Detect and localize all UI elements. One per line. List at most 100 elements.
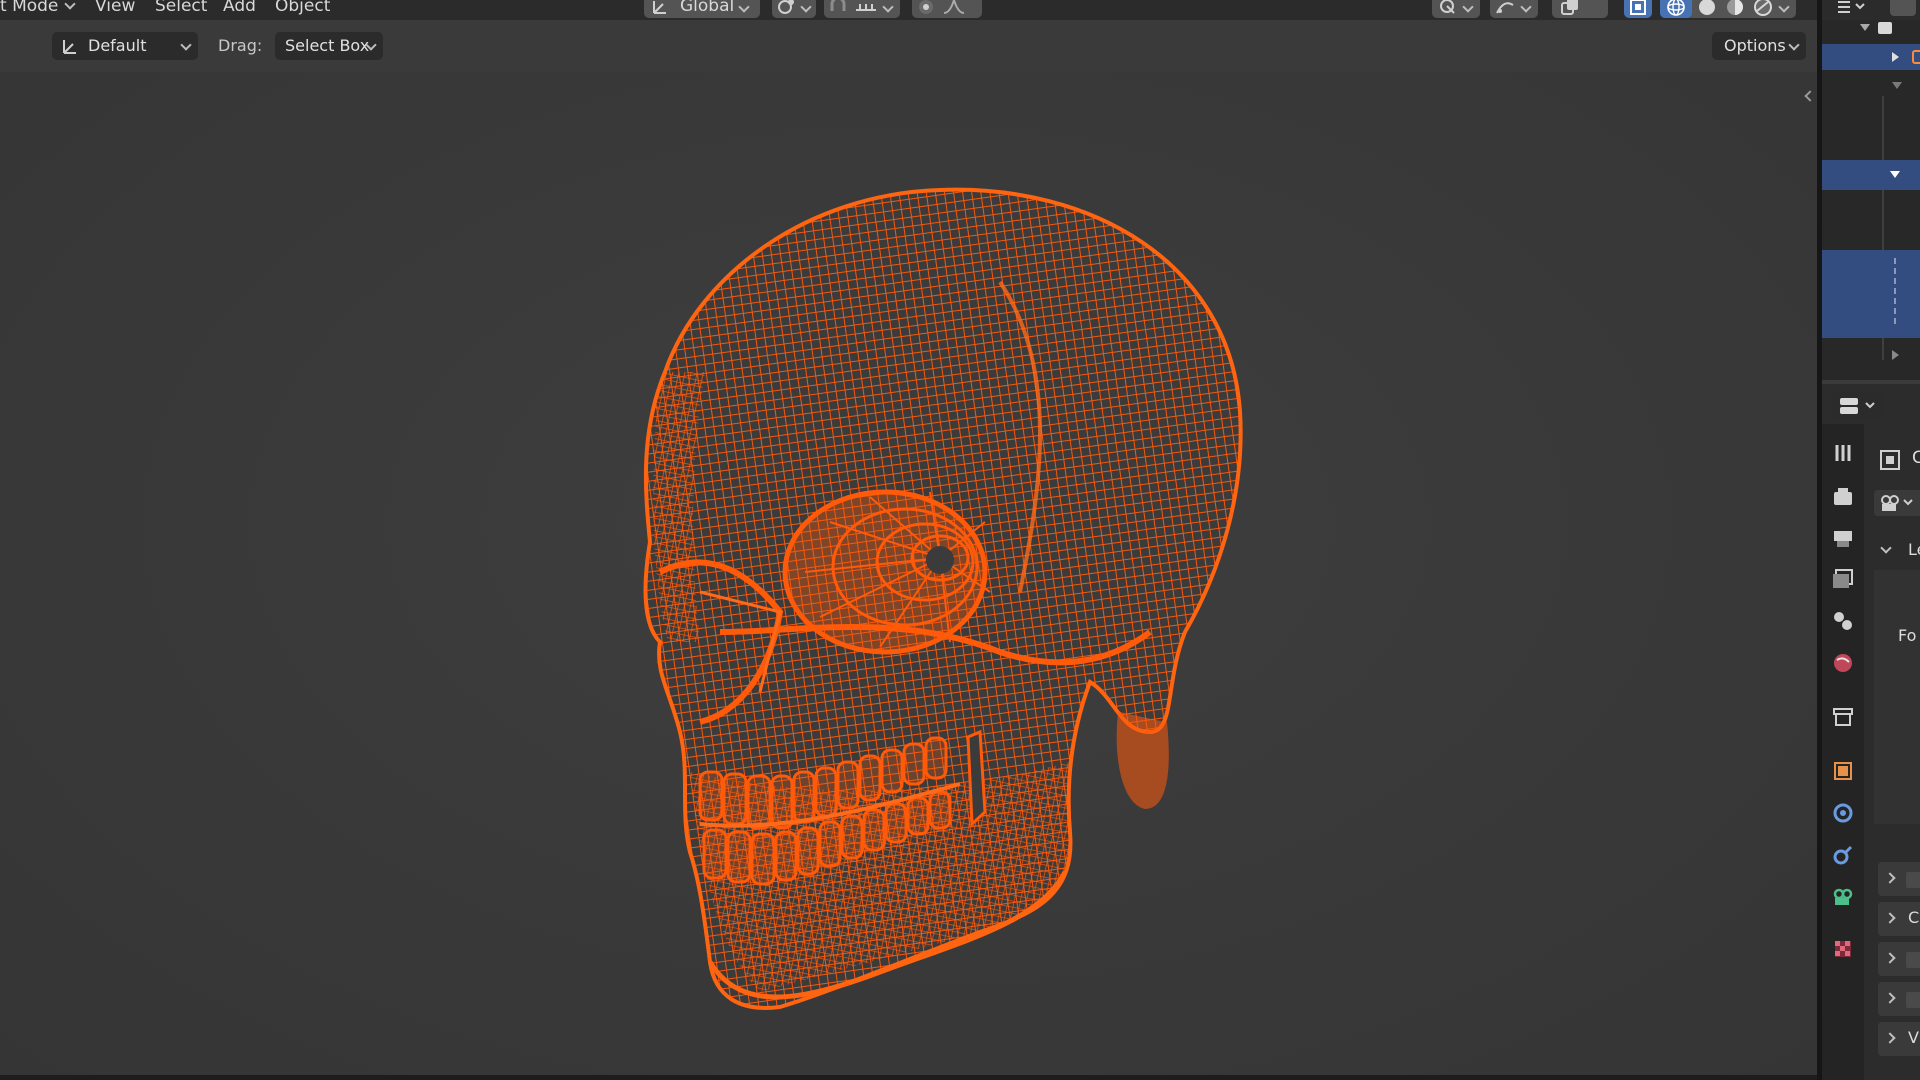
expand-arrow-icon[interactable] bbox=[1892, 350, 1899, 360]
chevron-right-icon bbox=[1884, 992, 1896, 1004]
panel-label: C bbox=[1908, 908, 1920, 927]
tree-dashed-line bbox=[1894, 258, 1896, 324]
collapsed-panel-3[interactable] bbox=[1878, 942, 1920, 976]
collapsed-panel-1[interactable] bbox=[1878, 862, 1920, 896]
chevron-down-icon bbox=[882, 1, 894, 13]
properties-editor[interactable]: C Le Fo C Vi bbox=[1822, 384, 1920, 1080]
output-tab[interactable] bbox=[1828, 524, 1858, 554]
camera-dropdown[interactable] bbox=[1874, 490, 1920, 516]
collapsed-panel-5[interactable]: Vi bbox=[1878, 1022, 1920, 1056]
outliner-row-selected-child[interactable] bbox=[1822, 250, 1920, 338]
options-dropdown[interactable]: Options bbox=[1712, 32, 1806, 60]
panel-checkbox[interactable] bbox=[1906, 872, 1920, 888]
display-mode-icon[interactable] bbox=[1836, 0, 1866, 18]
constraints-tab[interactable] bbox=[1828, 840, 1858, 870]
menu-select[interactable]: Select bbox=[155, 0, 207, 16]
chevron-down-icon bbox=[738, 1, 750, 13]
scene-icon bbox=[1834, 612, 1852, 630]
xray-icon bbox=[1561, 0, 1578, 15]
image-stack-icon bbox=[1833, 569, 1853, 588]
tool-settings-bar: Default Drag: Select Box Options bbox=[0, 20, 1817, 72]
pivot-point-dropdown[interactable] bbox=[772, 0, 816, 18]
collapsed-panel-2[interactable]: C bbox=[1878, 902, 1920, 936]
camera-icon bbox=[1881, 495, 1913, 511]
chevron-right-icon bbox=[1884, 952, 1896, 964]
menu-add[interactable]: Add bbox=[223, 0, 256, 16]
gizmo-icon bbox=[1440, 0, 1455, 14]
drag-select-dropdown[interactable]: Select Box bbox=[275, 32, 383, 60]
collapsed-panel-4[interactable] bbox=[1878, 982, 1920, 1016]
panel-checkbox[interactable] bbox=[1906, 992, 1920, 1008]
properties-editor-icon bbox=[1840, 398, 1875, 414]
view-layer-tab[interactable] bbox=[1828, 564, 1858, 594]
transform-orientation-select[interactable]: Default bbox=[52, 32, 198, 60]
drag-value: Select Box bbox=[285, 36, 370, 55]
solid-sphere-icon[interactable] bbox=[1696, 0, 1718, 17]
chevron-down-icon bbox=[1788, 39, 1800, 51]
menu-view[interactable]: View bbox=[95, 0, 135, 16]
expand-arrow-icon[interactable] bbox=[1892, 52, 1899, 62]
overlays-dropdown[interactable] bbox=[1490, 0, 1538, 18]
material-sphere-icon[interactable] bbox=[1724, 0, 1746, 17]
gizmo-visibility-dropdown[interactable] bbox=[1432, 0, 1480, 18]
outliner-row-selected[interactable] bbox=[1822, 44, 1920, 70]
xray-toggle[interactable] bbox=[1552, 0, 1608, 18]
expand-arrow-icon[interactable] bbox=[1890, 171, 1900, 178]
render-camera-icon bbox=[1834, 488, 1852, 505]
options-label: Options bbox=[1724, 36, 1786, 55]
lens-panel-body: Fo bbox=[1874, 570, 1920, 824]
3d-viewport[interactable] bbox=[0, 72, 1817, 1075]
chevron-right-icon bbox=[1884, 872, 1896, 884]
collection-tab[interactable] bbox=[1828, 702, 1858, 732]
outliner-panel[interactable] bbox=[1822, 0, 1920, 380]
tool-tab[interactable] bbox=[1828, 438, 1858, 468]
snap-increment-icon bbox=[856, 4, 876, 11]
world-globe-icon bbox=[1834, 654, 1852, 672]
chevron-down-icon bbox=[1778, 1, 1790, 13]
data-tab[interactable] bbox=[1828, 882, 1858, 912]
expand-arrow-icon[interactable] bbox=[1892, 82, 1902, 89]
object-tab[interactable] bbox=[1828, 756, 1858, 786]
orientation-axes-icon bbox=[653, 1, 666, 14]
xray-button[interactable] bbox=[1624, 0, 1652, 18]
object-icon bbox=[1912, 50, 1920, 64]
modifiers-tab[interactable] bbox=[1828, 798, 1858, 828]
shading-wireframe-button[interactable] bbox=[1660, 0, 1692, 18]
editor-type-dropdown[interactable] bbox=[1832, 392, 1884, 420]
chevron-down-icon bbox=[1520, 1, 1532, 13]
panel-checkbox[interactable] bbox=[1906, 952, 1920, 968]
skull-wireframe-mesh[interactable] bbox=[0, 72, 1817, 1075]
collection-icon bbox=[1878, 22, 1892, 34]
camera-data-icon bbox=[1833, 888, 1853, 905]
rendered-sphere-icon[interactable] bbox=[1752, 0, 1774, 17]
render-tab[interactable] bbox=[1828, 482, 1858, 512]
shading-group[interactable] bbox=[1660, 0, 1796, 18]
collection-expand-icon[interactable] bbox=[1860, 24, 1870, 31]
mode-selector[interactable]: t Mode bbox=[0, 0, 77, 16]
constraint-icon bbox=[1833, 845, 1853, 865]
proportional-editing-group[interactable] bbox=[912, 0, 982, 18]
scene-tab[interactable] bbox=[1828, 606, 1858, 636]
menu-object[interactable]: Object bbox=[275, 0, 330, 16]
outliner-row-active[interactable] bbox=[1822, 160, 1920, 190]
orientation-value: Default bbox=[88, 36, 147, 55]
transform-orientation-dropdown[interactable]: Global bbox=[644, 0, 760, 18]
chevron-right-icon bbox=[1884, 1032, 1896, 1044]
chevron-down-icon bbox=[1880, 542, 1892, 554]
archive-box-icon bbox=[1833, 708, 1853, 726]
eye-socket bbox=[782, 489, 991, 655]
texture-tab[interactable] bbox=[1828, 934, 1858, 964]
chevron-down-icon bbox=[180, 39, 192, 51]
checker-texture-icon bbox=[1835, 941, 1851, 957]
orientation-gizmo-icon bbox=[63, 40, 76, 54]
overlays-icon bbox=[1496, 2, 1514, 14]
lens-panel-header[interactable]: Le bbox=[1874, 534, 1920, 570]
physics-circle-icon bbox=[1833, 803, 1853, 823]
world-tab[interactable] bbox=[1828, 648, 1858, 678]
chevron-down-icon bbox=[1462, 1, 1474, 13]
printer-icon bbox=[1834, 531, 1852, 547]
filter-button[interactable] bbox=[1890, 0, 1916, 16]
focal-length-label: Fo bbox=[1898, 626, 1917, 645]
snapping-group[interactable] bbox=[824, 0, 900, 18]
outliner-header bbox=[1822, 0, 1920, 20]
